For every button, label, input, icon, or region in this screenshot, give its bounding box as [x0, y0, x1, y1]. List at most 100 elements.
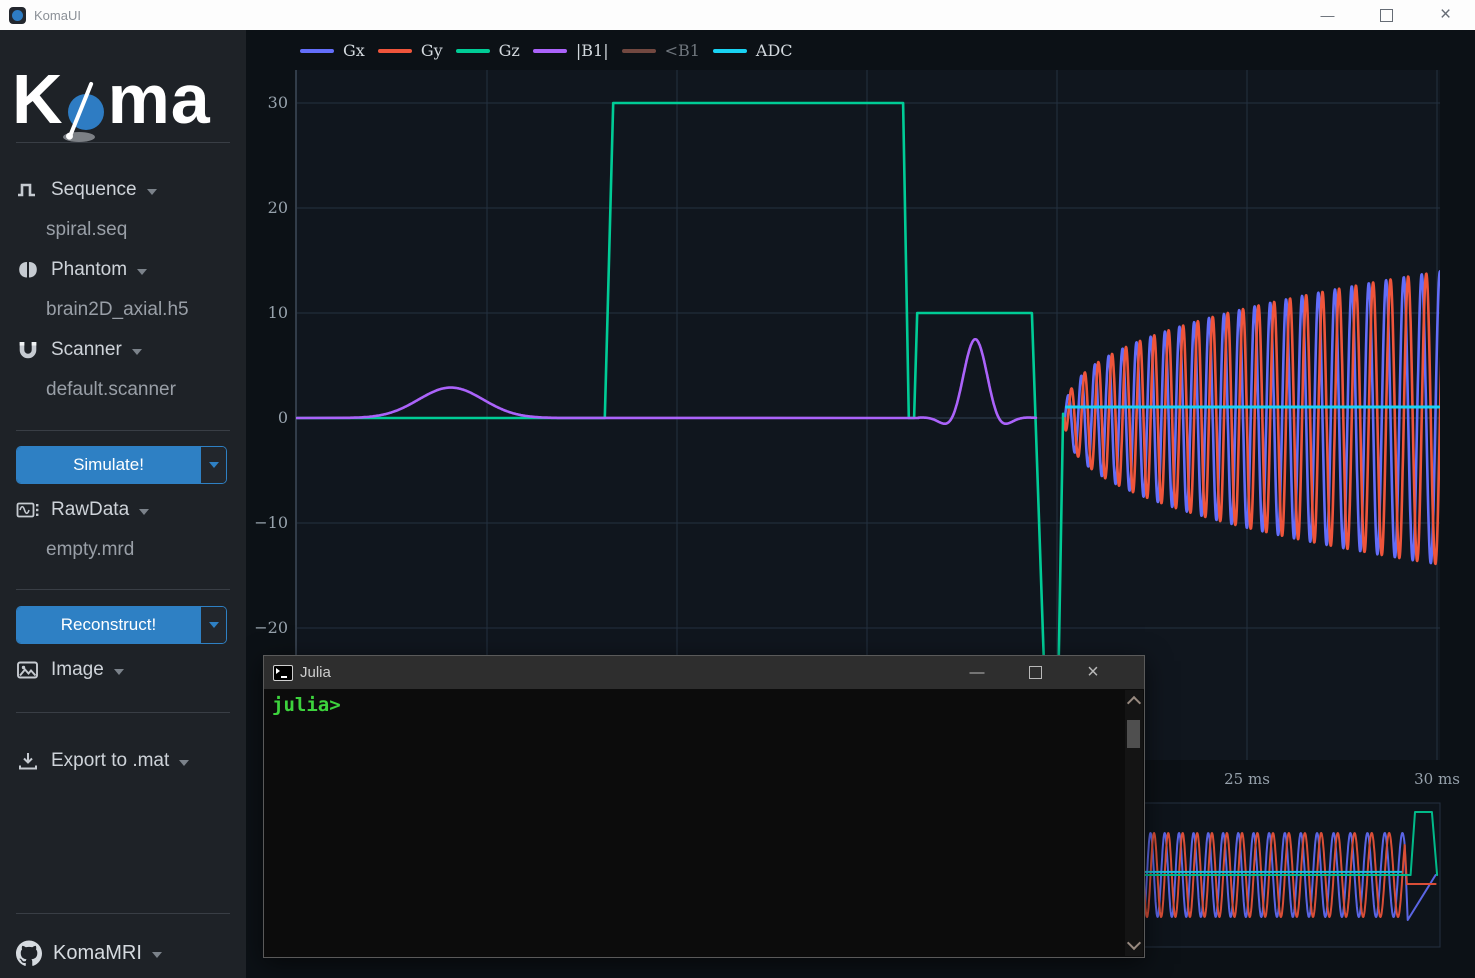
legend-label: Gx: [343, 41, 365, 60]
svg-text:10: 10: [268, 303, 288, 322]
minimize-button[interactable]: —: [1298, 0, 1357, 30]
brain-icon: [16, 260, 40, 280]
scroll-up-icon[interactable]: [1127, 696, 1141, 710]
sidebar-item-komamri-github[interactable]: KomaMRI: [16, 939, 162, 967]
console-icon: [273, 665, 293, 681]
pulse-icon: [16, 180, 40, 200]
chevron-down-icon: [114, 669, 124, 675]
julia-prompt: julia>: [272, 694, 341, 716]
koma-logo: K ma: [12, 46, 211, 134]
phantom-file-label: brain2D_axial.h5: [46, 299, 189, 321]
legend-label: ADC: [756, 41, 793, 60]
maximize-icon: [1380, 9, 1393, 22]
legend-item-gz[interactable]: Gz: [456, 41, 520, 60]
magnet-icon: [16, 340, 40, 360]
legend-item-b1-abs[interactable]: |B1|: [533, 41, 609, 60]
svg-text:30: 30: [268, 93, 288, 112]
image-icon: [16, 660, 40, 680]
divider: [16, 142, 230, 143]
julia-scrollbar[interactable]: [1125, 690, 1143, 956]
chevron-down-icon: [209, 622, 219, 628]
koma-app-icon: [9, 7, 26, 24]
sequence-file-label: spiral.seq: [46, 219, 127, 241]
sidebar-item-scanner[interactable]: Scanner: [16, 336, 142, 364]
svg-text:0: 0: [278, 408, 288, 427]
line-swatch: [300, 49, 334, 53]
simulate-dropdown-button[interactable]: [200, 447, 226, 483]
svg-text:25 ms: 25 ms: [1224, 770, 1270, 788]
line-swatch: [378, 49, 412, 53]
chevron-down-icon: [152, 952, 162, 958]
globe-icon: [67, 90, 105, 132]
julia-close-button[interactable]: ×: [1064, 656, 1122, 689]
divider: [16, 430, 230, 431]
reconstruct-dropdown-button[interactable]: [200, 607, 226, 643]
raw-signal-icon: [16, 500, 40, 520]
legend-label: <B1: [665, 41, 700, 60]
chevron-down-icon: [139, 509, 149, 515]
line-swatch: [456, 49, 490, 53]
rawdata-label: RawData: [51, 499, 129, 521]
window-controls: — ×: [1298, 0, 1475, 30]
svg-text:20: 20: [268, 198, 288, 217]
sidebar-item-phantom-file[interactable]: brain2D_axial.h5: [46, 297, 189, 323]
sidebar-item-rawdata[interactable]: RawData: [16, 496, 149, 524]
sidebar-item-phantom[interactable]: Phantom: [16, 256, 147, 284]
julia-minimize-button[interactable]: —: [948, 656, 1006, 689]
komamri-label: KomaMRI: [53, 942, 142, 965]
julia-titlebar[interactable]: Julia — ×: [264, 656, 1144, 689]
chevron-down-icon: [179, 760, 189, 766]
sidebar-item-rawdata-file[interactable]: empty.mrd: [46, 537, 134, 563]
legend-label: |B1|: [576, 41, 609, 60]
line-swatch: [622, 49, 656, 53]
julia-window-controls: — ×: [948, 656, 1144, 689]
scrollbar-thumb[interactable]: [1127, 720, 1140, 748]
sequence-label: Sequence: [51, 179, 137, 201]
divider: [16, 712, 230, 713]
sidebar-item-sequence-file[interactable]: spiral.seq: [46, 217, 127, 243]
plot-legend: Gx Gy Gz |B1| <B1 ADC: [300, 41, 793, 60]
export-mat-label: Export to .mat: [51, 750, 169, 772]
phantom-label: Phantom: [51, 259, 127, 281]
svg-text:30 ms: 30 ms: [1414, 770, 1460, 788]
divider: [16, 589, 230, 590]
julia-console[interactable]: julia>: [264, 689, 1144, 957]
legend-item-b1-angle[interactable]: <B1: [622, 41, 700, 60]
chevron-down-icon: [132, 349, 142, 355]
chevron-down-icon: [137, 269, 147, 275]
legend-label: Gz: [499, 41, 520, 60]
logo-text-k: K: [12, 64, 64, 134]
download-icon: [16, 751, 40, 771]
chevron-down-icon: [147, 189, 157, 195]
legend-item-gx[interactable]: Gx: [300, 41, 365, 60]
sidebar-item-sequence[interactable]: Sequence: [16, 176, 157, 204]
close-button[interactable]: ×: [1416, 0, 1475, 30]
sidebar-item-scanner-file[interactable]: default.scanner: [46, 377, 176, 403]
simulate-button[interactable]: Simulate!: [17, 447, 200, 483]
reconstruct-button[interactable]: Reconstruct!: [17, 607, 200, 643]
legend-item-gy[interactable]: Gy: [378, 41, 443, 60]
sidebar-item-image[interactable]: Image: [16, 656, 124, 684]
julia-window-title: Julia: [300, 664, 331, 681]
github-icon: [16, 940, 42, 966]
logo-text-ma: ma: [108, 64, 211, 134]
window-titlebar: KomaUI — ×: [0, 0, 1475, 30]
line-swatch: [533, 49, 567, 53]
simulate-button-group: Simulate!: [16, 446, 227, 484]
scanner-label: Scanner: [51, 339, 122, 361]
legend-item-adc[interactable]: ADC: [713, 41, 793, 60]
maximize-icon: [1029, 666, 1042, 679]
sidebar-item-export-mat[interactable]: Export to .mat: [16, 747, 189, 775]
scanner-file-label: default.scanner: [46, 379, 176, 401]
window-title: KomaUI: [34, 8, 81, 23]
reconstruct-button-group: Reconstruct!: [16, 606, 227, 644]
legend-label: Gy: [421, 41, 443, 60]
maximize-button[interactable]: [1357, 0, 1416, 30]
line-swatch: [713, 49, 747, 53]
rawdata-file-label: empty.mrd: [46, 539, 134, 561]
julia-terminal-window: Julia — × julia>: [263, 655, 1145, 958]
julia-maximize-button[interactable]: [1006, 656, 1064, 689]
svg-text:−10: −10: [254, 513, 288, 532]
divider: [16, 913, 230, 914]
scroll-down-icon[interactable]: [1127, 936, 1141, 950]
